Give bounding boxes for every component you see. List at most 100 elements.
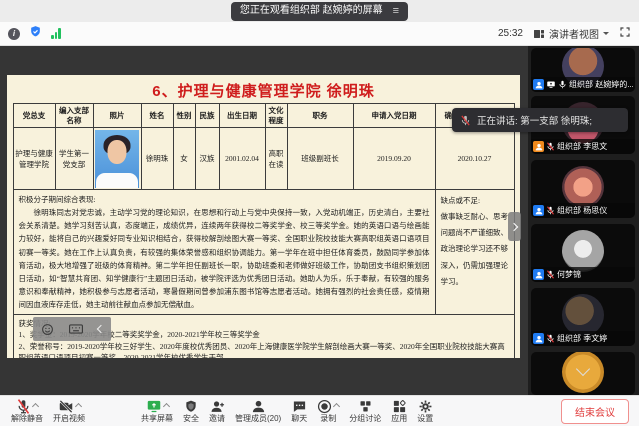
meeting-info-icon[interactable]: i [8, 28, 20, 40]
apps-label: 应用 [391, 414, 407, 424]
participant-tile-6[interactable] [531, 352, 635, 395]
participant-name: 组织部 季文婷 [557, 333, 633, 344]
member-badge-icon [533, 269, 544, 280]
security-shield-icon[interactable] [29, 25, 42, 43]
mic-muted-icon [546, 202, 555, 219]
chevron-down-icon [603, 32, 609, 38]
keyboard-icon[interactable] [69, 323, 83, 335]
security-label: 安全 [183, 414, 199, 424]
cell-position: 班级副班长 [287, 128, 353, 190]
mic-muted-icon [546, 266, 555, 283]
mic-on-icon [558, 76, 567, 93]
gear-icon [418, 399, 433, 414]
mic-muted-icon [16, 399, 31, 414]
layout-view-icon [533, 28, 545, 40]
chevron-up-icon[interactable] [32, 403, 39, 410]
watching-banner: 您正在观看组织部 赵婉婷的屏幕 ≡ [231, 2, 408, 21]
cell-activist-date: 2020.10.27 [435, 128, 514, 190]
chevron-up-icon[interactable] [162, 403, 169, 410]
avatar [562, 294, 604, 336]
shared-document: 6、护理与健康管理学院 徐明珠 党总支 编入支部名称 照片 姓名 性别 民族 出… [7, 75, 520, 358]
participant-namebar: 组织部 李思文 [531, 139, 635, 154]
chat-button[interactable]: 聊天 [286, 399, 312, 424]
weakness-text: 做事缺乏耐心、思考问题尚不严谨细致、政治理论学习还不够深入，仍需加强理论学习。 [441, 209, 509, 290]
camera-off-icon [58, 399, 74, 414]
members-icon [251, 399, 266, 414]
participant-tile-4[interactable]: 何梦锦 [531, 224, 635, 282]
chevron-up-icon[interactable] [74, 403, 81, 410]
breakout-rooms-button[interactable]: 分组讨论 [344, 399, 386, 424]
start-video-button[interactable]: 开启视频 [48, 399, 90, 424]
participant-name: 组织部 李思文 [557, 141, 633, 152]
security-shield-icon [184, 399, 198, 414]
header-photo: 照片 [93, 104, 141, 128]
apps-icon [392, 399, 407, 414]
collapse-handle[interactable] [508, 212, 521, 241]
manage-members-button[interactable]: 管理成员(20) [230, 399, 286, 424]
header-gender: 性别 [173, 104, 195, 128]
mic-muted-icon [546, 138, 555, 155]
cell-apply-date: 2019.09.20 [353, 128, 435, 190]
header-position: 职务 [287, 104, 353, 128]
participant-name: 组织部 赵婉婷的... [569, 79, 633, 90]
participant-name: 组织部 杨思仪 [557, 205, 633, 216]
cell-ethnicity: 汉族 [195, 128, 219, 190]
awards-line-2: 2、荣誉称号：2019-2020学年校三好学生、2020年度校优秀团员、2020… [19, 341, 509, 358]
weakness-cell: 缺点或不足: 做事缺乏耐心、思考问题尚不严谨细致、政治理论学习还不够深入，仍需加… [435, 190, 514, 315]
banner-menu-icon[interactable]: ≡ [393, 6, 399, 17]
speaking-toast-text: 正在讲话: 第一支部 徐明珠; [477, 113, 592, 127]
invite-icon [210, 399, 225, 414]
collapse-left-icon[interactable] [96, 325, 104, 333]
applicant-photo [95, 130, 139, 188]
participant-namebar: 何梦锦 [531, 267, 635, 282]
title-bar: 您正在观看组织部 赵婉婷的屏幕 ≡ [0, 0, 639, 22]
network-signal-icon[interactable] [51, 28, 61, 39]
photo-face [108, 140, 127, 164]
bottom-toolbar: 解除静音 开启视频 共享屏幕 安全 [0, 395, 639, 426]
speaking-toast: 正在讲话: 第一支部 徐明珠; [452, 108, 628, 132]
mic-muted-icon [460, 115, 471, 126]
chevron-right-icon [509, 222, 517, 230]
status-bar: i 25:32 演讲者视图 [0, 22, 639, 46]
header-branch: 编入支部名称 [55, 104, 93, 128]
emoji-icon[interactable] [41, 323, 54, 336]
performance-row: 积极分子期间综合表现: 徐明珠同志对党忠诚，主动学习党的理论知识，在思想和行动上… [13, 190, 514, 315]
fullscreen-icon[interactable] [619, 25, 631, 43]
view-mode-label: 演讲者视图 [549, 26, 599, 41]
security-button[interactable]: 安全 [178, 399, 204, 424]
participant-tile-1[interactable]: 组织部 赵婉婷的... [531, 48, 635, 92]
member-badge-icon [533, 141, 544, 152]
shared-screen-area: 6、护理与健康管理学院 徐明珠 党总支 编入支部名称 照片 姓名 性别 民族 出… [0, 46, 528, 395]
document-title: 6、护理与健康管理学院 徐明珠 [7, 75, 520, 103]
performance-cell: 积极分子期间综合表现: 徐明珠同志对党忠诚，主动学习党的理论知识，在思想和行动上… [13, 190, 435, 315]
participant-name: 何梦锦 [557, 269, 633, 280]
unmute-label: 解除静音 [11, 414, 43, 424]
chat-icon [292, 399, 307, 414]
end-meeting-button[interactable]: 结束会议 [561, 399, 629, 424]
speaker-view-button[interactable]: 演讲者视图 [533, 26, 609, 41]
cell-birth: 2001.02.04 [219, 128, 265, 190]
avatar [562, 230, 604, 272]
record-button[interactable]: 录制 [312, 399, 344, 424]
invite-button[interactable]: 邀请 [204, 399, 230, 424]
table-data-row: 护理与健康管理学院 学生第一党支部 徐明珠 女 汉族 2001.02.04 高职… [13, 128, 514, 190]
share-screen-button[interactable]: 共享屏幕 [136, 399, 178, 424]
settings-button[interactable]: 设置 [412, 399, 438, 424]
member-badge-icon [533, 333, 544, 344]
start-video-label: 开启视频 [53, 414, 85, 424]
breakout-rooms-label: 分组讨论 [349, 414, 381, 424]
reaction-toolbar[interactable] [33, 317, 111, 341]
manage-members-label: 管理成员(20) [235, 414, 281, 424]
share-screen-label: 共享屏幕 [141, 414, 173, 424]
apps-button[interactable]: 应用 [386, 399, 412, 424]
participant-namebar: 组织部 季文婷 [531, 331, 635, 346]
member-badge-icon [533, 205, 544, 216]
table-header-row: 党总支 编入支部名称 照片 姓名 性别 民族 出生日期 文化程度 职务 申请入党… [13, 104, 514, 128]
chevron-up-icon[interactable] [333, 403, 340, 410]
performance-text: 徐明珠同志对党忠诚，主动学习党的理论知识，在思想和行动上与党中央保持一致，入党动… [19, 206, 430, 311]
participant-tile-3[interactable]: 组织部 杨思仪 [531, 160, 635, 218]
participant-namebar: 组织部 赵婉婷的... [531, 77, 635, 92]
unmute-button[interactable]: 解除静音 [6, 399, 48, 424]
cell-photo [93, 128, 141, 190]
participant-tile-5[interactable]: 组织部 季文婷 [531, 288, 635, 346]
